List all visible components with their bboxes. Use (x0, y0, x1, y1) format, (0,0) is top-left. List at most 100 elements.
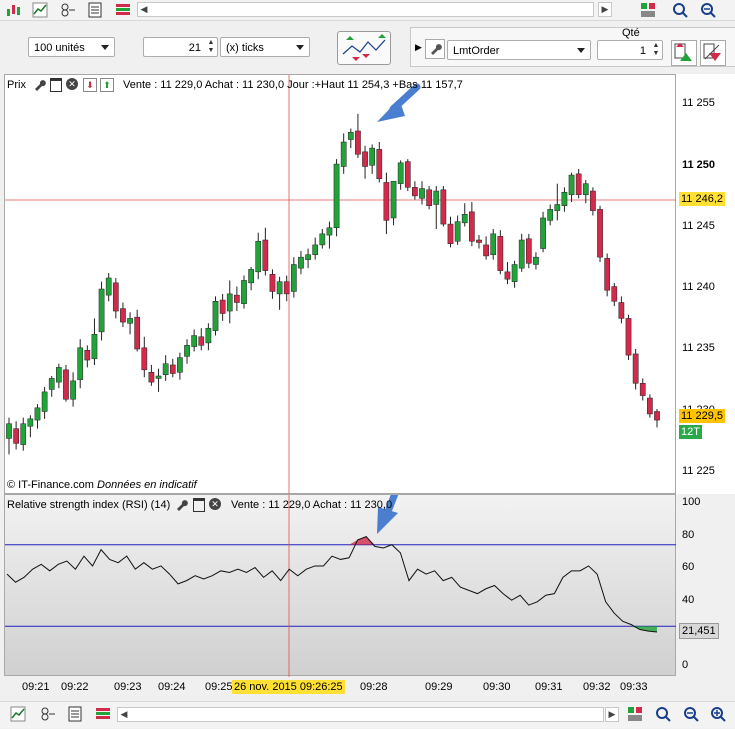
candle[interactable] (326, 221, 333, 249)
layout-icon[interactable] (627, 706, 643, 722)
candle[interactable] (533, 252, 539, 270)
candle[interactable] (290, 257, 297, 298)
candle[interactable] (70, 372, 76, 407)
line-chart-icon[interactable] (32, 2, 48, 18)
candle[interactable] (540, 211, 546, 253)
move-down-icon[interactable]: ⬇ (83, 78, 97, 92)
scroll-right-button[interactable]: ▶ (598, 2, 612, 17)
candle[interactable] (369, 144, 376, 174)
candle[interactable] (412, 181, 418, 200)
candle[interactable] (226, 280, 233, 324)
candle[interactable] (312, 237, 319, 260)
candle[interactable] (340, 133, 347, 174)
candle[interactable] (319, 228, 326, 249)
candle[interactable] (55, 363, 62, 389)
buy-button[interactable] (671, 40, 697, 66)
sell-button[interactable] (700, 40, 726, 66)
candle[interactable] (404, 159, 411, 191)
candle[interactable] (376, 142, 383, 183)
close-icon[interactable]: ✕ (66, 78, 78, 90)
candle[interactable] (476, 235, 482, 249)
candle[interactable] (511, 260, 518, 288)
candle[interactable] (355, 113, 361, 158)
candle[interactable] (461, 203, 468, 227)
candle[interactable] (561, 187, 568, 212)
candle[interactable] (63, 364, 69, 402)
candle[interactable] (198, 328, 205, 351)
candle[interactable] (155, 368, 162, 392)
candle[interactable] (219, 293, 226, 321)
candle[interactable] (84, 345, 91, 368)
candle[interactable] (298, 251, 304, 275)
candle[interactable] (305, 248, 311, 269)
window-icon[interactable] (193, 498, 205, 512)
indicator-icon[interactable] (40, 706, 56, 722)
candle[interactable] (568, 172, 575, 203)
wrench-icon[interactable] (175, 497, 188, 516)
zoom-fit-icon[interactable] (672, 2, 688, 18)
candle[interactable] (205, 323, 212, 351)
wrench-icon[interactable] (33, 77, 46, 96)
candle[interactable] (112, 277, 119, 319)
scroll-left-icon[interactable]: ◀ (118, 708, 130, 721)
candle[interactable] (347, 128, 354, 149)
candle[interactable] (169, 358, 176, 378)
candle[interactable] (241, 275, 247, 309)
window-icon[interactable] (50, 78, 62, 92)
candle[interactable] (632, 349, 639, 390)
spinner-icon[interactable]: ▲ ▼ (206, 39, 216, 55)
candle[interactable] (91, 318, 98, 365)
candle[interactable] (447, 216, 454, 248)
candle[interactable] (504, 262, 511, 285)
candle[interactable] (625, 314, 632, 361)
candle[interactable] (48, 375, 55, 397)
candle[interactable] (469, 202, 475, 247)
document-icon[interactable] (87, 2, 103, 18)
candle[interactable] (575, 168, 582, 199)
candle[interactable] (98, 281, 105, 341)
tiles-icon[interactable] (115, 2, 131, 18)
candle[interactable] (611, 282, 618, 307)
indicator-icon[interactable] (60, 2, 76, 18)
candle[interactable] (618, 296, 625, 324)
candle[interactable] (20, 417, 27, 451)
candle[interactable] (426, 186, 432, 210)
candle[interactable] (518, 233, 525, 272)
candle[interactable] (234, 286, 240, 312)
candle[interactable] (77, 339, 84, 389)
quantity-dropdown[interactable]: 100 unités (28, 37, 115, 57)
candle[interactable] (41, 387, 48, 419)
zoom-out-icon[interactable] (700, 2, 716, 18)
candle[interactable] (177, 352, 183, 380)
time-scrollbar[interactable]: ◀ (137, 2, 594, 17)
candle[interactable] (383, 172, 390, 234)
candle[interactable] (283, 275, 290, 302)
rsi-chart[interactable] (5, 495, 677, 677)
close-icon[interactable]: ✕ (209, 498, 221, 510)
scroll-right-button[interactable]: ▶ (605, 707, 619, 722)
candle[interactable] (547, 204, 554, 226)
time-scrollbar[interactable]: ◀ (117, 707, 604, 722)
spinner-icon[interactable]: ▲ ▼ (651, 42, 661, 58)
zoom-fit-icon[interactable] (655, 706, 671, 722)
candle[interactable] (134, 309, 141, 352)
candle[interactable] (604, 253, 611, 297)
candle[interactable] (6, 417, 12, 455)
candle[interactable] (105, 273, 112, 302)
candle[interactable] (255, 232, 262, 280)
line-chart-icon[interactable] (10, 706, 26, 722)
candle[interactable] (554, 183, 561, 221)
candle[interactable] (148, 364, 155, 386)
collapse-icon[interactable]: ▶ (415, 42, 422, 53)
candle[interactable] (490, 228, 497, 260)
settings-wrench-button[interactable] (425, 39, 445, 59)
candle[interactable] (127, 312, 133, 335)
candle[interactable] (454, 215, 461, 245)
candle[interactable] (248, 266, 254, 291)
candle[interactable] (497, 230, 504, 275)
candle[interactable] (120, 302, 126, 327)
candle[interactable] (141, 336, 148, 378)
candle[interactable] (362, 145, 368, 179)
candle[interactable] (390, 180, 397, 226)
candle[interactable] (34, 404, 41, 429)
